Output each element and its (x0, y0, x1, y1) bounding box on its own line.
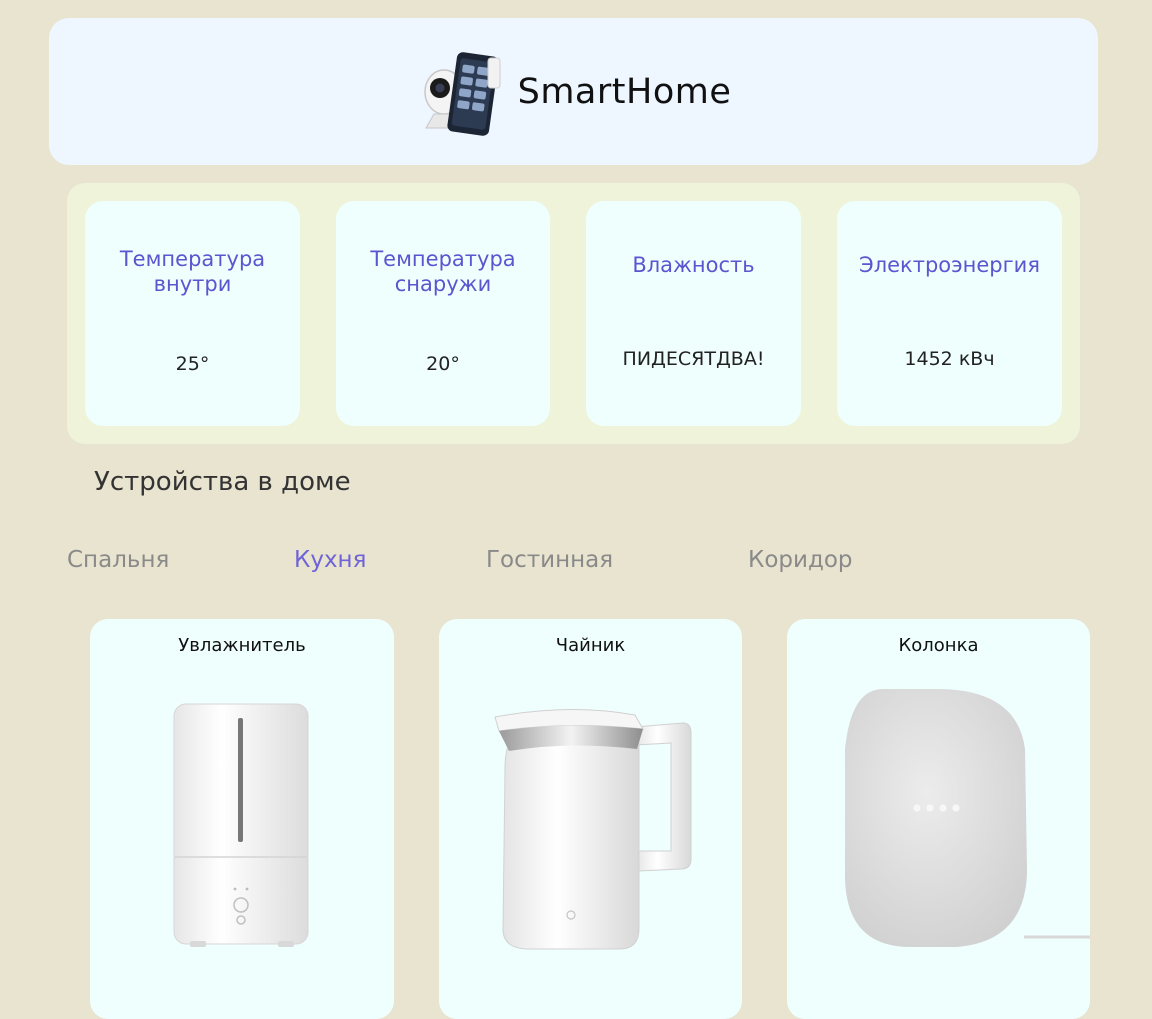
smart-devices-logo-icon (416, 44, 506, 139)
stat-label: Температура снаружи (370, 247, 516, 296)
stat-card-electricity: Электроэнергия 1452 кВч (837, 201, 1062, 426)
stat-label: Влажность (632, 253, 755, 277)
stat-label: Электроэнергия (859, 253, 1040, 277)
device-card-humidifier[interactable]: Увлажнитель (90, 619, 394, 1019)
sensor-stats-panel: Температура внутри 25° Температура снару… (67, 183, 1080, 444)
smart-speaker-icon (787, 619, 1090, 1004)
stat-card-temp-inside: Температура внутри 25° (85, 201, 300, 426)
stat-card-humidity: Влажность ПИДЕСЯТДВА! (586, 201, 801, 426)
app-header: SmartHome (49, 18, 1098, 165)
app-title: SmartHome (517, 71, 732, 112)
humidifier-icon (90, 619, 394, 1004)
tab-kitchen[interactable]: Кухня (294, 547, 366, 573)
kettle-icon (439, 619, 742, 1004)
stat-label: Температура внутри (119, 247, 266, 296)
stat-card-temp-outside: Температура снаружи 20° (336, 201, 550, 426)
tab-hallway[interactable]: Коридор (748, 547, 853, 573)
stat-value: 20° (426, 353, 460, 375)
tab-bedroom[interactable]: Спальня (67, 547, 169, 573)
device-card-kettle[interactable]: Чайник (439, 619, 742, 1019)
stat-value: 25° (175, 353, 210, 375)
device-card-speaker[interactable]: Колонка (787, 619, 1090, 1019)
stat-value: ПИДЕСЯТДВА! (622, 348, 765, 370)
stat-value: 1452 кВч (904, 348, 995, 370)
devices-section-title: Устройства в доме (94, 467, 351, 497)
tab-living-room[interactable]: Гостинная (486, 547, 613, 573)
